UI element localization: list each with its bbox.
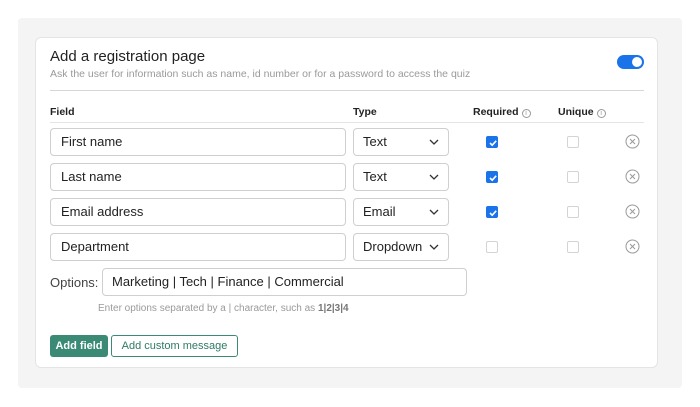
column-header-unique-label: Unique xyxy=(558,106,594,118)
field-type-value: Email xyxy=(363,204,396,219)
column-header-field: Field xyxy=(50,106,75,118)
remove-field-icon[interactable] xyxy=(625,134,640,149)
registration-toggle[interactable] xyxy=(617,55,644,69)
check-icon xyxy=(489,175,497,182)
chevron-down-icon xyxy=(429,174,439,180)
unique-checkbox[interactable] xyxy=(567,136,579,148)
field-type-value: Dropdown xyxy=(363,239,423,254)
header-divider xyxy=(50,122,644,123)
options-hint-text: Enter options separated by a | character… xyxy=(98,303,318,314)
chevron-down-icon xyxy=(429,209,439,215)
field-type-select[interactable]: Text xyxy=(353,163,449,191)
column-header-required: Required i xyxy=(473,106,531,118)
add-custom-message-button[interactable]: Add custom message xyxy=(111,335,238,357)
field-type-select[interactable]: Dropdown xyxy=(353,233,449,261)
table-row: Last name Text xyxy=(36,163,659,191)
column-header-field-label: Field xyxy=(50,106,75,118)
required-checkbox[interactable] xyxy=(486,171,498,183)
toggle-knob xyxy=(632,57,642,67)
check-icon xyxy=(489,210,497,217)
options-label: Options: xyxy=(50,275,99,290)
table-row: Email address Email xyxy=(36,198,659,226)
column-header-type-label: Type xyxy=(353,106,377,118)
options-input[interactable]: Marketing | Tech | Finance | Commercial xyxy=(102,268,467,296)
field-name-input[interactable]: Email address xyxy=(50,198,346,226)
field-type-select[interactable]: Text xyxy=(353,128,449,156)
check-icon xyxy=(489,140,497,147)
divider xyxy=(50,90,644,91)
unique-checkbox[interactable] xyxy=(567,171,579,183)
column-header-unique: Unique i xyxy=(558,106,606,118)
unique-checkbox[interactable] xyxy=(567,206,579,218)
field-name-input[interactable]: Department xyxy=(50,233,346,261)
remove-field-icon[interactable] xyxy=(625,239,640,254)
remove-field-icon[interactable] xyxy=(625,169,640,184)
add-field-button[interactable]: Add field xyxy=(50,335,108,357)
chevron-down-icon xyxy=(429,244,439,250)
section-title: Add a registration page xyxy=(50,48,206,65)
options-hint-example: 1|2|3|4 xyxy=(317,303,349,314)
chevron-down-icon xyxy=(429,139,439,145)
info-icon[interactable]: i xyxy=(521,109,531,118)
required-checkbox[interactable] xyxy=(486,136,498,148)
options-hint: Enter options separated by a | character… xyxy=(98,303,349,314)
info-icon[interactable]: i xyxy=(596,109,606,118)
field-name-input[interactable]: Last name xyxy=(50,163,346,191)
table-row: Department Dropdown xyxy=(36,233,659,261)
column-header-type: Type xyxy=(353,106,377,118)
registration-card: Add a registration page Ask the user for… xyxy=(35,37,658,368)
unique-checkbox[interactable] xyxy=(567,241,579,253)
table-row: First name Text xyxy=(36,128,659,156)
required-checkbox[interactable] xyxy=(486,241,498,253)
field-name-input[interactable]: First name xyxy=(50,128,346,156)
field-type-select[interactable]: Email xyxy=(353,198,449,226)
field-type-value: Text xyxy=(363,169,387,184)
field-type-value: Text xyxy=(363,134,387,149)
section-subtitle: Ask the user for information such as nam… xyxy=(50,68,471,80)
required-checkbox[interactable] xyxy=(486,206,498,218)
remove-field-icon[interactable] xyxy=(625,204,640,219)
column-header-required-label: Required xyxy=(473,106,519,118)
